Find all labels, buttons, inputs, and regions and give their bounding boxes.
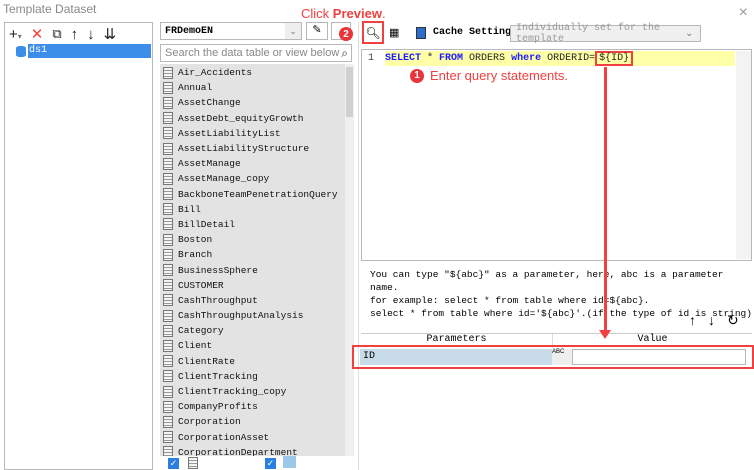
table-icon <box>163 400 173 413</box>
table-icon <box>163 203 173 216</box>
table-icon <box>163 248 173 261</box>
table-list-scrollbar[interactable] <box>345 64 354 456</box>
table-icon <box>163 81 173 94</box>
refresh-icon[interactable]: ↻ <box>727 312 739 329</box>
dataset-panel: +▾ ✕ ⧉ ↑ ↓ ⇊ ds1 <box>4 22 153 470</box>
table-list: Air_Accidents Annual AssetChange AssetDebt_… <box>160 64 345 456</box>
table-list-item[interactable]: Branch <box>160 247 345 262</box>
table-icon <box>163 415 173 428</box>
close-button[interactable]: × <box>739 4 748 22</box>
param-row[interactable]: ID ABC <box>360 349 746 365</box>
sql-line-1: SELECT * FROM ORDERS where ORDERID= ${ID} <box>385 51 735 66</box>
table-list-item[interactable]: CUSTOMER <box>160 278 345 293</box>
table-list-item[interactable]: AssetChange <box>160 95 345 110</box>
table-list-item[interactable]: CashThroughputAnalysis <box>160 308 345 323</box>
param-value-input[interactable] <box>572 349 746 365</box>
arrow-head-icon <box>599 330 611 339</box>
table-list-item[interactable]: AssetManage_copy <box>160 171 345 186</box>
table-list-item[interactable]: BackboneTeamPenetrationQuery <box>160 187 345 202</box>
table-icon <box>163 172 173 185</box>
step2-badge: 2 <box>339 27 353 41</box>
table-list-item[interactable]: ClientRate <box>160 354 345 369</box>
table-icon <box>163 264 173 277</box>
table-search-input[interactable]: Search the data table or view below ⌕ <box>160 44 352 62</box>
editor-scrollbar[interactable] <box>736 51 751 259</box>
table-icon <box>163 279 173 292</box>
delete-icon[interactable]: ✕ <box>31 25 44 43</box>
table-list-item[interactable]: Air_Accidents <box>160 65 345 80</box>
window-title: Template Dataset <box>3 2 97 16</box>
table-list-item[interactable]: CompanyProfits <box>160 399 345 414</box>
table-icon <box>163 218 173 231</box>
table-icon <box>163 324 173 337</box>
step1-annotation: 1 Enter query statements. <box>410 68 568 83</box>
table-list-item[interactable]: Client <box>160 338 345 353</box>
table-list-item[interactable]: AssetManage <box>160 156 345 171</box>
copy-icon[interactable]: ⧉ <box>52 26 61 42</box>
param-type-select[interactable]: ABC <box>552 349 572 365</box>
table-list-item[interactable]: BillDetail <box>160 217 345 232</box>
table-list-item[interactable]: AssetLiabilityList <box>160 126 345 141</box>
table-icon <box>163 157 173 170</box>
table-list-item[interactable]: CorporationAsset <box>160 430 345 445</box>
chevron-down-icon: ⌄ <box>285 23 301 39</box>
table-icon <box>163 370 173 383</box>
show-views-checkbox[interactable]: ✓ <box>265 458 276 469</box>
database-icon <box>16 45 26 57</box>
table-icon <box>163 385 173 398</box>
move-up-icon[interactable]: ↑ <box>71 26 79 43</box>
show-tables-checkbox[interactable]: ✓ <box>168 458 179 469</box>
table-list-item[interactable]: Annual <box>160 80 345 95</box>
table-list-item[interactable]: AssetDebt_equityGrowth <box>160 111 345 126</box>
move-down-icon[interactable]: ↓ <box>87 26 95 43</box>
chevron-down-icon: ⌄ <box>685 28 694 39</box>
table-icon <box>163 188 173 201</box>
dataset-item-ds1[interactable]: ds1 <box>6 44 151 58</box>
step2-annotation: Click Preview. <box>301 6 386 21</box>
sql-parameter: ${ID} <box>595 51 634 66</box>
table-list-item[interactable]: Corporation <box>160 414 345 429</box>
cache-settings-select[interactable]: Individually set for the template ⌄ <box>510 23 701 45</box>
add-dataset-button[interactable]: +▾ <box>9 26 22 43</box>
table-list-item[interactable]: AssetLiabilityStructure <box>160 141 345 156</box>
table-icon <box>163 96 173 109</box>
preview-icon: 🔍︎ <box>365 25 381 40</box>
table-list-item[interactable]: CorporationDepartment <box>160 445 345 456</box>
sql-icon-button[interactable]: ▦ <box>389 26 399 39</box>
table-icon <box>163 355 173 368</box>
connection-select[interactable]: FRDemoEN ⌄ <box>160 22 302 40</box>
cache-icon <box>416 27 426 39</box>
param-down-icon[interactable]: ↓ <box>708 312 715 329</box>
table-icon <box>163 127 173 140</box>
table-list-item[interactable]: Category <box>160 323 345 338</box>
table-list-item[interactable]: CashThroughput <box>160 293 345 308</box>
table-icon <box>188 457 198 469</box>
table-icon <box>163 233 173 246</box>
view-icon <box>283 456 296 468</box>
table-icon <box>163 66 173 79</box>
table-list-item[interactable]: Boston <box>160 232 345 247</box>
table-icon <box>163 339 173 352</box>
table-icon <box>163 294 173 307</box>
table-list-item[interactable]: ClientTracking <box>160 369 345 384</box>
annotation-arrow <box>604 67 607 332</box>
cache-settings-label: Cache Settings <box>433 27 518 38</box>
search-icon: ⌕ <box>341 45 348 60</box>
table-icon <box>163 142 173 155</box>
table-list-item[interactable]: BusinessSphere <box>160 262 345 277</box>
preview-button[interactable]: 🔍︎ <box>362 21 384 44</box>
table-list-item[interactable]: Bill <box>160 202 345 217</box>
table-icon <box>163 112 173 125</box>
sort-icon[interactable]: ⇊ <box>104 25 117 43</box>
table-icon <box>163 446 173 456</box>
table-icon <box>163 309 173 322</box>
param-up-icon[interactable]: ↑ <box>689 312 696 329</box>
edit-connection-button[interactable]: ✎ <box>306 22 328 40</box>
splitter[interactable] <box>358 22 360 470</box>
table-icon <box>163 431 173 444</box>
table-list-item[interactable]: ClientTracking_copy <box>160 384 345 399</box>
